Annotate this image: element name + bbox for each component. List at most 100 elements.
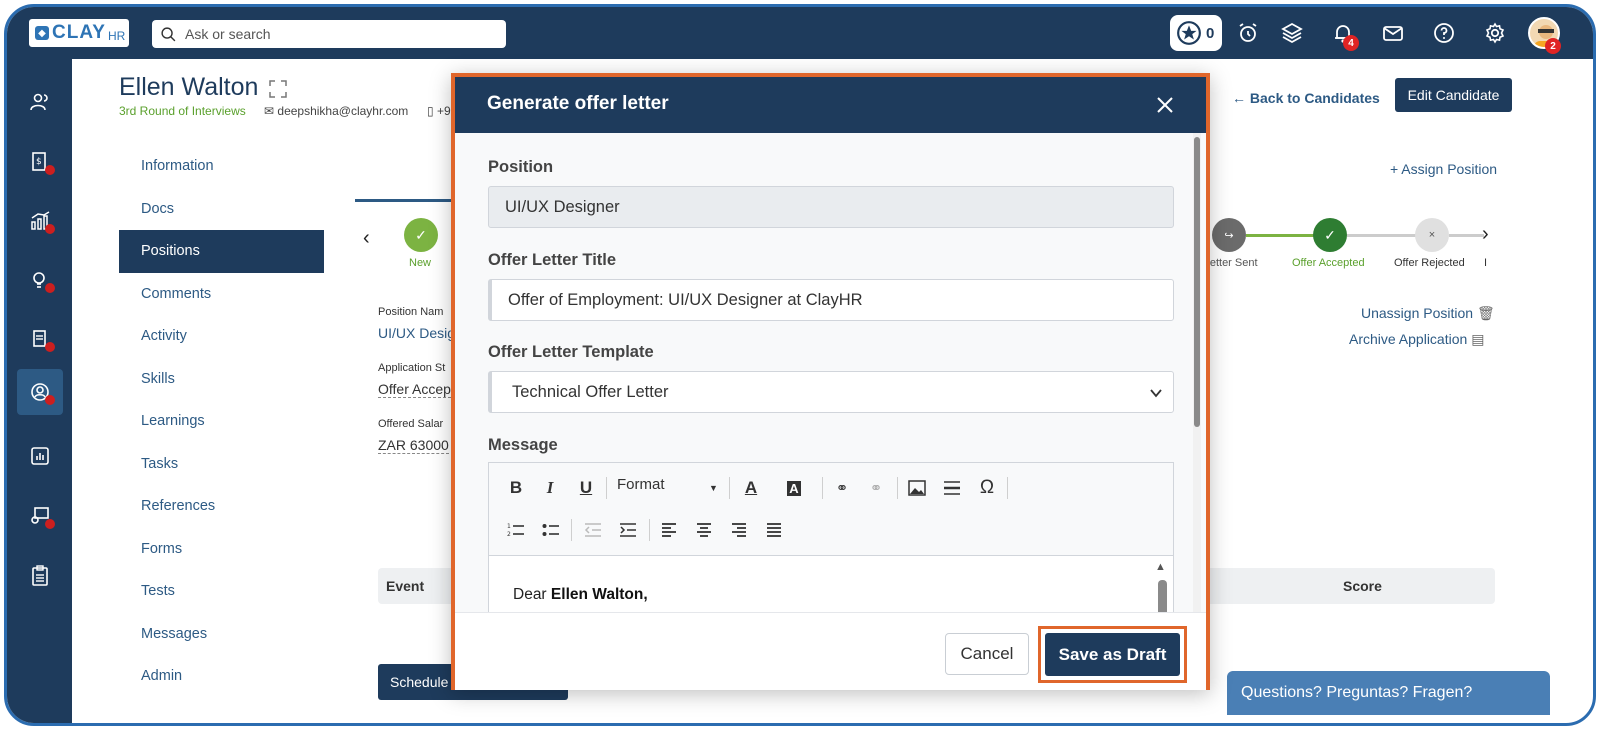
rail-reports-icon[interactable] xyxy=(17,433,63,479)
subnav-item-learnings[interactable]: Learnings xyxy=(119,400,324,443)
back-to-candidates-link[interactable]: ← Back to Candidates xyxy=(1232,90,1380,106)
editor-scrollbar[interactable] xyxy=(1158,580,1167,612)
align-left-icon[interactable] xyxy=(657,518,681,542)
rail-candidates-icon[interactable] xyxy=(17,369,63,415)
subnav-item-comments[interactable]: Comments xyxy=(119,273,324,316)
chevron-down-icon xyxy=(1150,389,1162,398)
expand-icon[interactable] xyxy=(268,79,288,99)
search-box[interactable] xyxy=(152,20,506,48)
archive-label: Archive Application xyxy=(1349,331,1468,347)
toolbar-separator xyxy=(649,519,650,541)
clayhr-logo[interactable]: ◆ CLAY HR xyxy=(29,19,129,47)
save-as-draft-button[interactable]: Save as Draft xyxy=(1045,633,1180,676)
rail-alert-dot xyxy=(45,395,55,405)
indent-icon[interactable] xyxy=(616,518,640,542)
step-offer-accepted-label: Offer Accepted xyxy=(1292,257,1365,269)
outdent-icon[interactable] xyxy=(581,518,605,542)
chevron-left-icon[interactable]: ‹ xyxy=(363,227,370,250)
subnav-item-admin[interactable]: Admin xyxy=(119,655,324,698)
candidate-name: Ellen Walton xyxy=(119,73,259,101)
step-connector xyxy=(1246,234,1316,237)
subnav-item-messages[interactable]: Messages xyxy=(119,613,324,656)
background-color-icon[interactable]: A xyxy=(782,476,806,500)
field-position-name-value[interactable]: UI/UX Desig xyxy=(378,325,455,341)
chevron-right-icon[interactable]: › xyxy=(1482,223,1489,246)
unassign-position-link[interactable]: Unassign Position 🗑 xyxy=(1361,305,1495,322)
align-justify-icon[interactable] xyxy=(762,518,786,542)
subnav-item-references[interactable]: References xyxy=(119,485,324,528)
italic-icon[interactable]: I xyxy=(538,476,562,500)
subnav-item-skills[interactable]: Skills xyxy=(119,358,324,401)
step-letter-sent-circle[interactable]: ↪ xyxy=(1212,218,1246,252)
rail-checklist-icon[interactable] xyxy=(17,553,63,599)
step-next-label: I xyxy=(1484,257,1488,269)
rail-people-icon[interactable] xyxy=(17,79,63,125)
candidate-email[interactable]: ✉ deepshikha@clayhr.com xyxy=(264,104,408,118)
subnav-item-activity[interactable]: Activity xyxy=(119,315,324,358)
subnav-item-positions[interactable]: Positions xyxy=(119,230,324,273)
subnav-item-tasks[interactable]: Tasks xyxy=(119,443,324,486)
archive-application-link[interactable]: Archive Application ▤ xyxy=(1349,331,1484,348)
layers-icon[interactable] xyxy=(1280,21,1304,45)
rewards-button[interactable]: 0 xyxy=(1170,15,1222,51)
rail-documents-icon[interactable] xyxy=(17,316,63,362)
rail-analytics-icon[interactable] xyxy=(17,198,63,244)
numbered-list-icon[interactable]: 12 xyxy=(504,518,528,542)
mail-icon[interactable] xyxy=(1381,21,1405,45)
rail-ideas-icon[interactable] xyxy=(17,257,63,303)
editor-scroll-up-icon[interactable]: ▲ xyxy=(1155,561,1166,573)
underline-icon[interactable]: U xyxy=(574,476,598,500)
offer-title-label: Offer Letter Title xyxy=(488,251,617,269)
candidate-phone-text: +9 xyxy=(436,104,451,118)
close-icon[interactable] xyxy=(1155,95,1175,115)
help-icon[interactable] xyxy=(1432,21,1456,45)
field-offered-salary-value[interactable]: ZAR 63000 xyxy=(378,437,449,454)
rewards-count: 0 xyxy=(1206,24,1215,42)
forward-icon: ↪ xyxy=(1224,229,1234,242)
position-field: UI/UX Designer xyxy=(488,186,1174,228)
offer-template-label: Offer Letter Template xyxy=(488,343,654,361)
greeting-comma: , xyxy=(643,586,648,603)
step-offer-accepted-circle[interactable]: ✓ xyxy=(1313,218,1347,252)
assign-position-link[interactable]: + Assign Position xyxy=(1390,161,1497,177)
rail-payroll-icon[interactable]: $ xyxy=(17,139,63,185)
search-icon xyxy=(161,26,176,41)
align-right-icon[interactable] xyxy=(727,518,751,542)
editor-content[interactable]: Dear Ellen Walton, ▲ xyxy=(489,556,1173,612)
rail-alert-dot xyxy=(45,342,55,352)
link-icon[interactable]: ⚭ xyxy=(830,476,854,500)
align-center-icon[interactable] xyxy=(692,518,716,542)
subnav-item-tests[interactable]: Tests xyxy=(119,570,324,613)
cancel-button[interactable]: Cancel xyxy=(945,633,1029,675)
field-offered-salary-label: Offered Salar xyxy=(378,418,444,430)
settings-gear-icon[interactable] xyxy=(1483,21,1507,45)
subnav-item-docs[interactable]: Docs xyxy=(119,188,324,231)
bulleted-list-icon[interactable] xyxy=(539,518,563,542)
candidate-stage: 3rd Round of Interviews xyxy=(119,104,246,118)
alarm-clock-icon[interactable] xyxy=(1236,21,1260,45)
field-application-status-value[interactable]: Offer Accep xyxy=(378,381,451,398)
subnav-item-information[interactable]: Information xyxy=(119,145,324,188)
notifications-bell-icon[interactable]: 4 xyxy=(1331,21,1359,51)
bold-icon[interactable]: B xyxy=(504,476,528,500)
image-icon[interactable] xyxy=(905,476,929,500)
search-input[interactable] xyxy=(185,26,495,42)
help-chat-widget[interactable]: Questions? Preguntas? Fragen? xyxy=(1227,671,1550,715)
text-color-icon[interactable]: A xyxy=(739,476,763,500)
unlink-icon[interactable]: ⚭ xyxy=(864,476,888,500)
rail-learning-icon[interactable] xyxy=(17,493,63,539)
star-icon xyxy=(1177,21,1201,45)
offer-title-input[interactable]: Offer of Employment: UI/UX Designer at C… xyxy=(488,279,1174,321)
special-character-icon[interactable]: Ω xyxy=(975,476,999,500)
edit-candidate-button[interactable]: Edit Candidate xyxy=(1395,78,1512,112)
offer-template-select[interactable]: Technical Offer Letter xyxy=(488,371,1174,413)
modal-scrollbar[interactable] xyxy=(1194,137,1200,427)
subnav-item-forms[interactable]: Forms xyxy=(119,528,324,571)
format-dropdown[interactable]: Format xyxy=(617,476,665,493)
step-connector xyxy=(1347,234,1417,237)
position-tab-indicator xyxy=(355,199,455,202)
horizontal-rule-icon[interactable] xyxy=(940,476,964,500)
step-offer-rejected-circle[interactable]: × xyxy=(1415,218,1449,252)
svg-text:1: 1 xyxy=(507,523,511,530)
step-new-circle[interactable]: ✓ xyxy=(404,218,438,252)
